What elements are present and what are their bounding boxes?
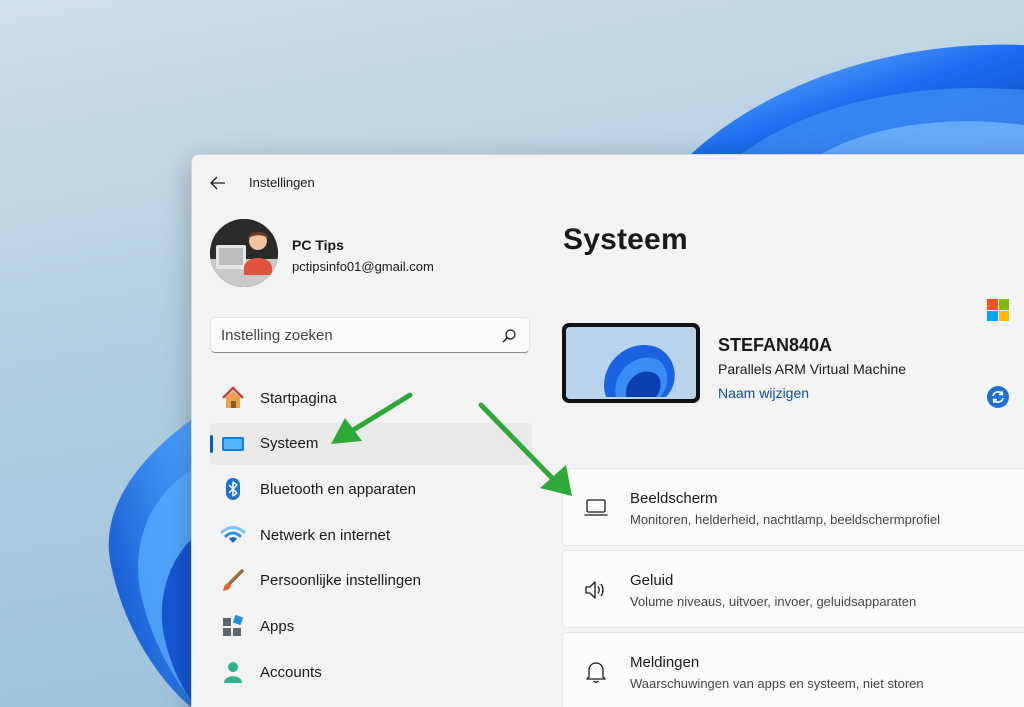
annotation-arrow-left: [331, 392, 572, 496]
